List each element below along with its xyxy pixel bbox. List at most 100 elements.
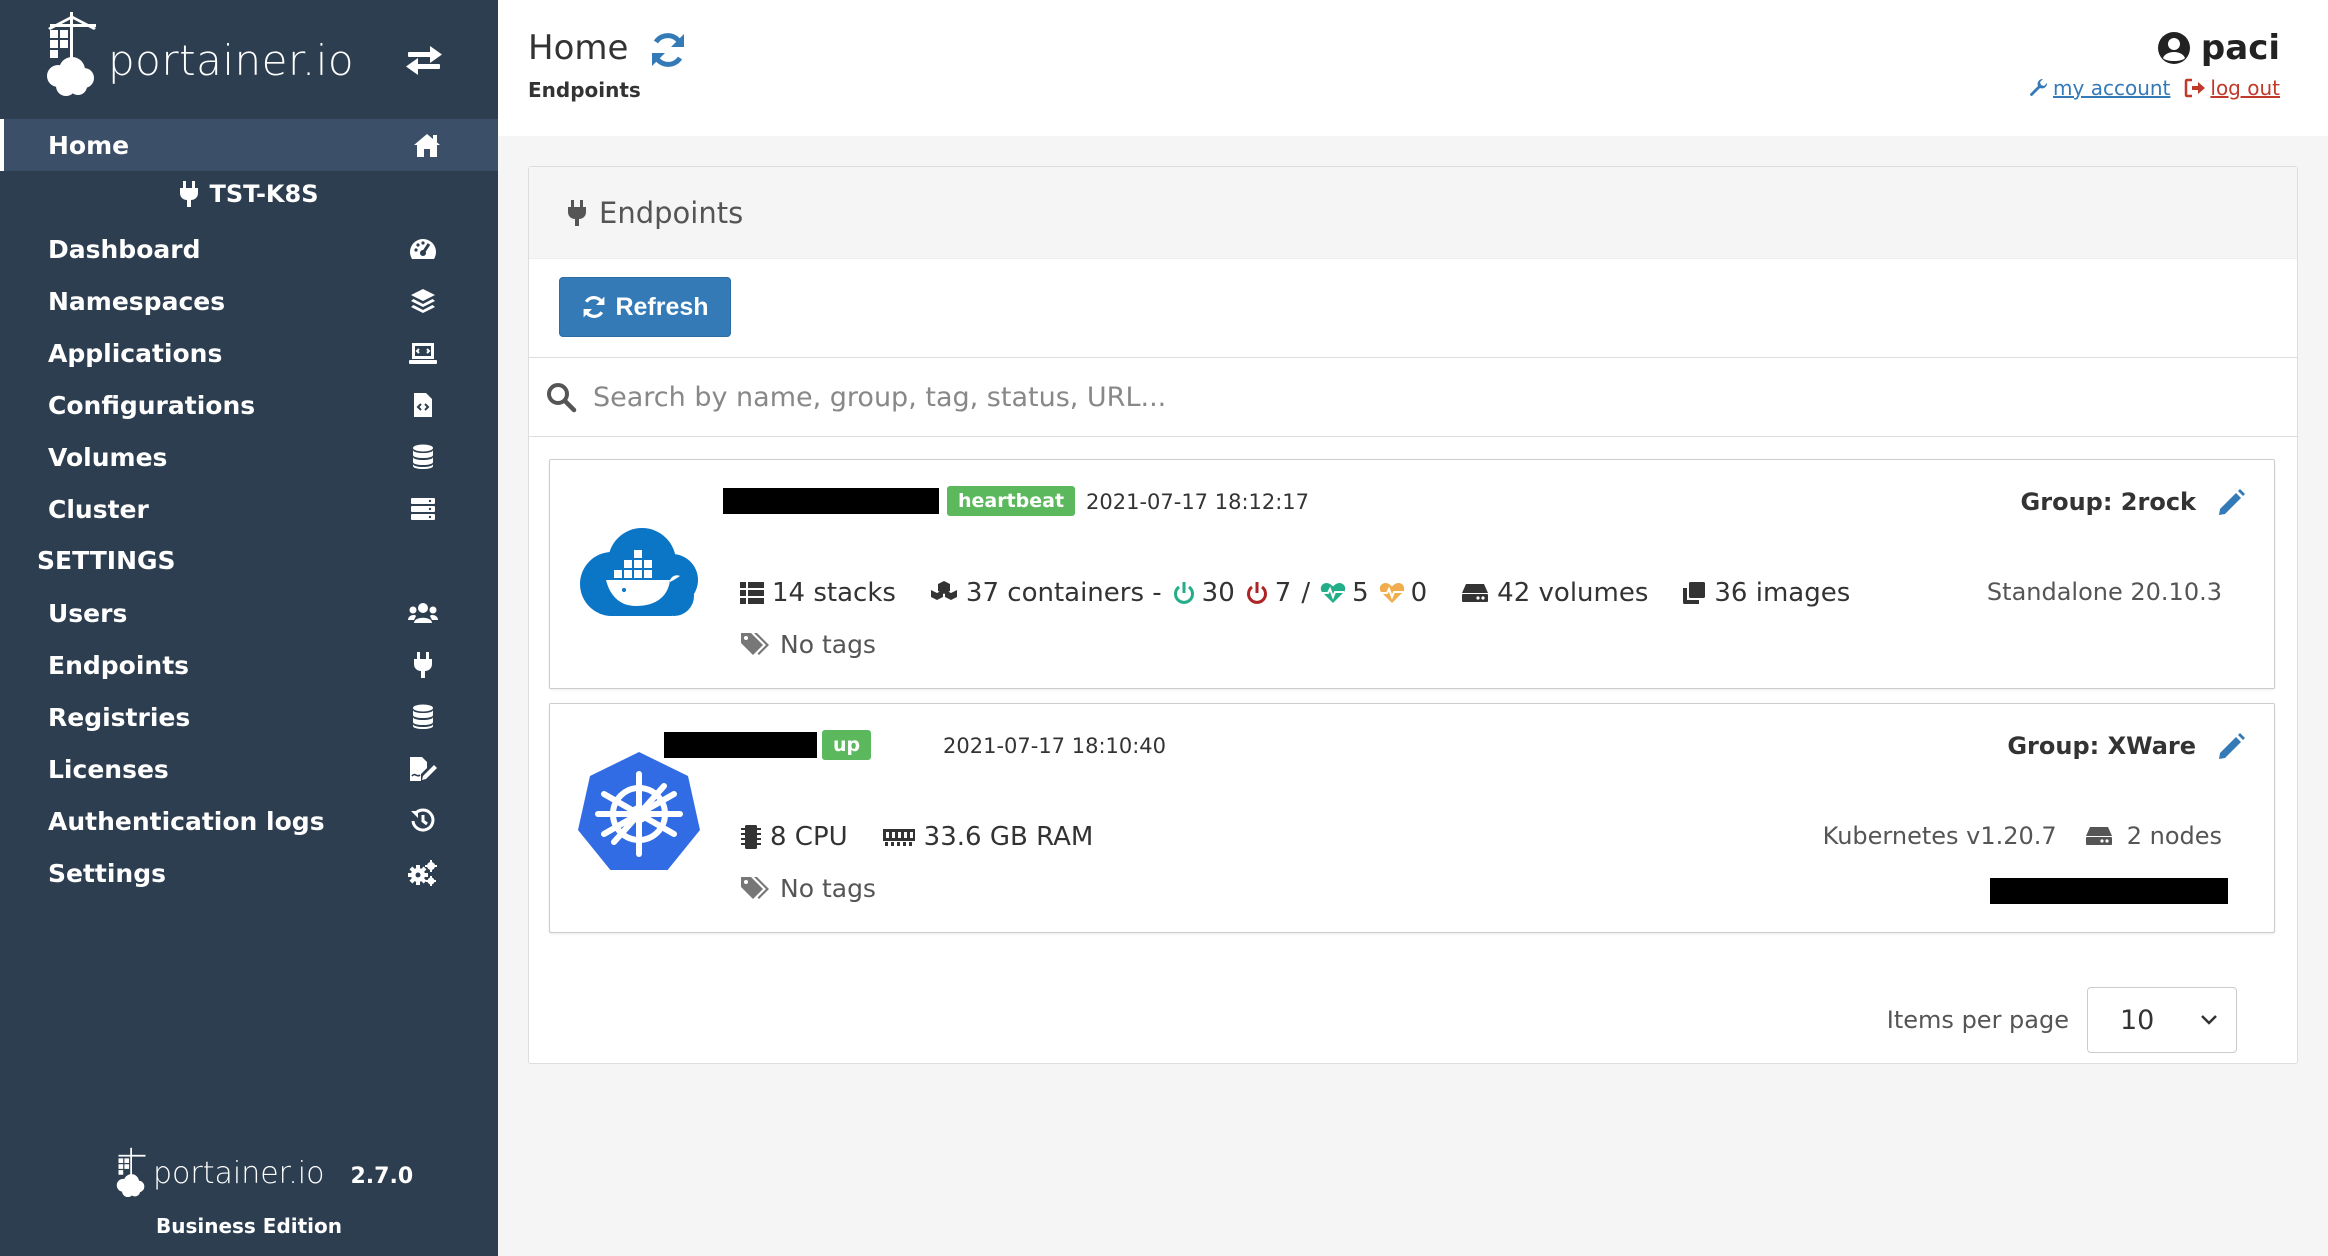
- items-per-page-select[interactable]: 10: [2087, 987, 2237, 1053]
- cpu-count: 8 CPU: [770, 822, 848, 852]
- edition-label: Business Edition: [155, 1214, 343, 1238]
- endpoints-widget: Endpoints Refresh Search by name, group,…: [528, 166, 2298, 1064]
- laptop-code-icon: [408, 338, 438, 368]
- power-off-icon: [1246, 582, 1267, 604]
- sidebar-item-applications[interactable]: Applications: [0, 327, 498, 379]
- endpoint-date: 2021-07-17 18:12:17: [1086, 490, 1310, 514]
- running-count: 30: [1201, 578, 1235, 608]
- my-account-link[interactable]: my account: [2029, 76, 2170, 100]
- sidebar-item-registries[interactable]: Registries: [0, 691, 498, 743]
- endpoint-card[interactable]: up 2021-07-17 18:10:40 Group: XWare 8 CP…: [549, 703, 2275, 933]
- sidebar-item-settings[interactable]: Settings: [0, 847, 498, 899]
- redacted-name: [664, 732, 817, 758]
- stacks-count: 14 stacks: [772, 578, 896, 608]
- portainer-logo-icon: [116, 1147, 146, 1198]
- redacted-name: [723, 488, 939, 514]
- portainer-logo-icon: [47, 12, 96, 96]
- breadcrumb: Endpoints: [528, 78, 641, 102]
- sidebar-item-cluster[interactable]: Cluster: [0, 483, 498, 535]
- home-icon: [412, 130, 442, 160]
- images-count: 36 images: [1714, 578, 1851, 608]
- version-label: 2.7.0: [350, 1163, 414, 1189]
- tachometer-icon: [408, 234, 438, 264]
- search-input[interactable]: [593, 381, 2193, 413]
- settings-heading: SETTINGS: [37, 546, 176, 575]
- kubernetes-logo-icon: [578, 752, 700, 870]
- containers-count: 37 containers -: [965, 578, 1162, 608]
- hdd-icon: [2085, 827, 2112, 845]
- search-bar: [529, 357, 2297, 437]
- brand-logo[interactable]: portainer.io: [44, 12, 354, 98]
- items-per-page-value: 10: [2120, 1004, 2155, 1036]
- database-icon: [408, 442, 438, 472]
- sidebar-item-label: Applications: [48, 338, 223, 368]
- items-per-page-label: Items per page: [1886, 1006, 2069, 1034]
- separator: /: [1301, 578, 1311, 608]
- nodes-count: 2 nodes: [2126, 822, 2222, 850]
- footer-logo-text: portainer.io: [153, 1155, 325, 1191]
- sidebar-item-home[interactable]: Home: [0, 119, 498, 171]
- endpoint-tags: No tags: [740, 630, 876, 659]
- log-out-link[interactable]: log out: [2184, 76, 2280, 100]
- cogs-icon: [408, 858, 438, 888]
- microchip-icon: [741, 825, 761, 849]
- server-icon: [408, 494, 438, 524]
- sidebar-item-label: Authentication logs: [48, 806, 325, 836]
- cubes-icon: [930, 581, 957, 600]
- sidebar-item-configurations[interactable]: Configurations: [0, 379, 498, 431]
- plug-icon: [180, 181, 199, 207]
- exchange-icon[interactable]: [404, 40, 444, 80]
- memory-icon: [882, 829, 915, 846]
- pagination: Items per page 10: [1887, 987, 2237, 1053]
- page-title: Home: [528, 28, 629, 68]
- user-name: paci: [2200, 28, 2280, 68]
- users-icon: [408, 598, 438, 628]
- refresh-icon[interactable]: [648, 30, 688, 70]
- sidebar-item-licenses[interactable]: Licenses: [0, 743, 498, 795]
- file-signature-icon: [408, 754, 438, 784]
- pencil-icon[interactable]: [2216, 732, 2246, 762]
- endpoint-platform: Standalone 20.10.3: [1986, 578, 2222, 606]
- sidebar-item-authentication-logs[interactable]: Authentication logs: [0, 795, 498, 847]
- file-code-icon: [408, 390, 438, 420]
- sidebar-item-endpoints[interactable]: Endpoints: [0, 639, 498, 691]
- volumes-stat: 42 volumes: [1461, 578, 1648, 608]
- tags-label: No tags: [780, 874, 876, 903]
- page-header: Home Endpoints paci my account log out: [498, 0, 2328, 136]
- pencil-icon[interactable]: [2216, 488, 2246, 518]
- widget-header: Endpoints: [529, 167, 2297, 259]
- hdd-icon: [1462, 584, 1489, 602]
- sidebar: portainer.io Home TST-K8S Dashboard Name…: [0, 0, 498, 1256]
- tags-icon: [741, 632, 769, 655]
- sidebar-item-namespaces[interactable]: Namespaces: [0, 275, 498, 327]
- endpoint-platform: Kubernetes v1.20.7: [1822, 822, 2057, 850]
- user-info: paci: [2157, 28, 2280, 68]
- refresh-button-label: Refresh: [615, 292, 709, 321]
- stopped-count: 7: [1274, 578, 1292, 608]
- unhealthy-count: 0: [1410, 578, 1428, 608]
- user-circle-icon: [2157, 32, 2190, 64]
- footer-brand: portainer.io 2.7.0: [115, 1146, 413, 1200]
- tags-icon: [741, 876, 769, 899]
- heartbeat-icon: [1320, 583, 1346, 603]
- main-content: Endpoints Refresh Search by name, group,…: [498, 136, 2328, 1256]
- volumes-count: 42 volumes: [1497, 578, 1649, 608]
- refresh-button[interactable]: Refresh: [559, 277, 731, 337]
- layers-icon: [408, 286, 438, 316]
- sidebar-item-dashboard[interactable]: Dashboard: [0, 223, 498, 275]
- endpoint-group: Group: XWare: [2007, 732, 2196, 760]
- sidebar-item-label: Users: [48, 598, 128, 628]
- ram-amount: 33.6 GB RAM: [923, 822, 1094, 852]
- heart-broken-icon: [1379, 583, 1404, 603]
- images-stat: 36 images: [1682, 578, 1850, 608]
- endpoint-card[interactable]: heartbeat 2021-07-17 18:12:17 Group: 2ro…: [549, 459, 2275, 689]
- endpoint-platform-info: Kubernetes v1.20.7 2 nodes: [1823, 822, 2222, 850]
- sidebar-item-label: Licenses: [48, 754, 169, 784]
- plug-icon: [568, 199, 586, 226]
- redacted-url: [1990, 878, 2228, 904]
- healthy-count: 5: [1352, 578, 1369, 608]
- sidebar-item-volumes[interactable]: Volumes: [0, 431, 498, 483]
- containers-stat: 37 containers - 30 7 / 5 0: [930, 578, 1427, 608]
- sidebar-item-users[interactable]: Users: [0, 587, 498, 639]
- sidebar-item-label: Configurations: [48, 390, 256, 420]
